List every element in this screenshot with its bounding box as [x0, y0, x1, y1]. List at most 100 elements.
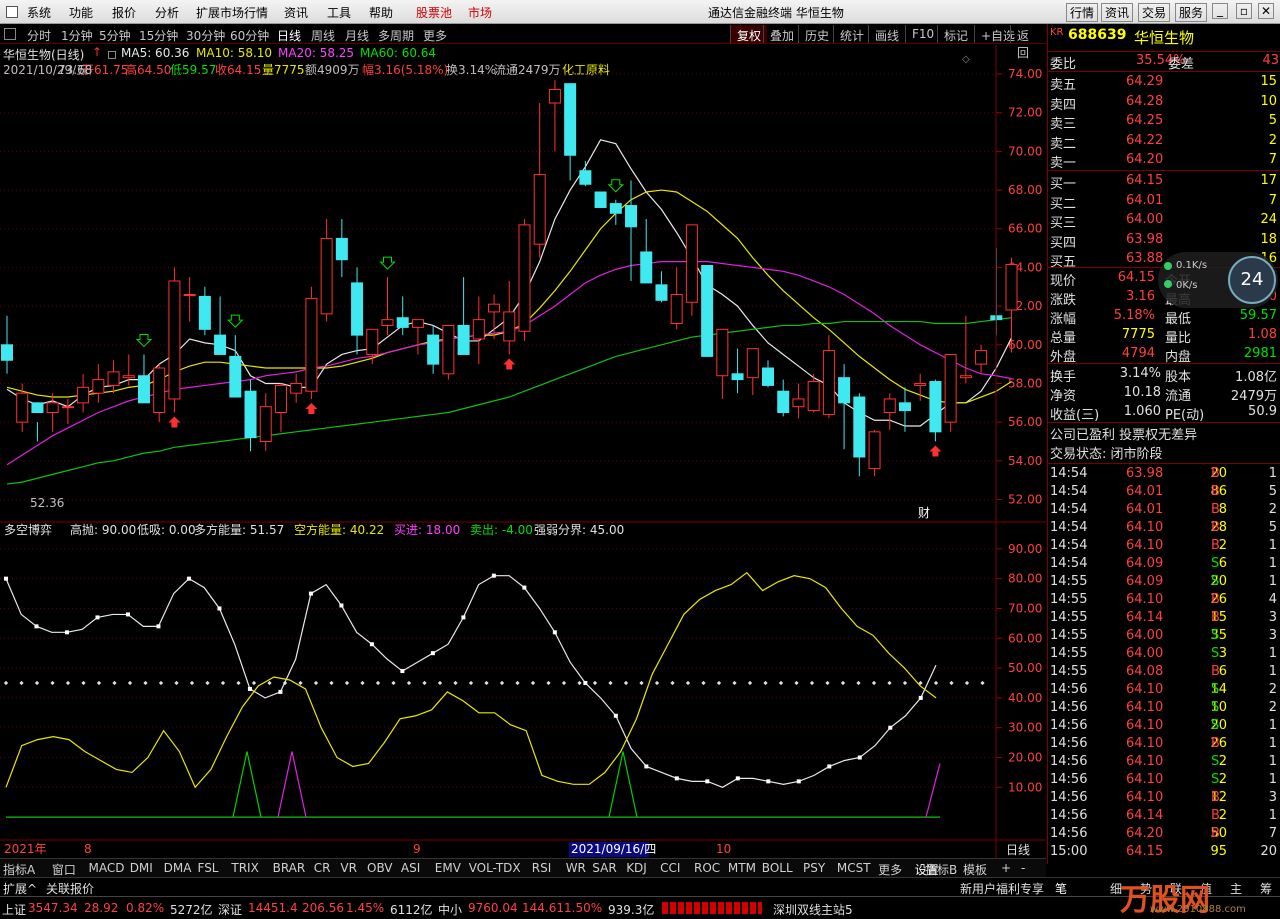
indicator-tab-14[interactable]: RSI — [532, 861, 552, 875]
menu-function[interactable]: 功能 — [69, 4, 93, 21]
jy-button[interactable]: 交易 — [1138, 3, 1171, 22]
sz-label[interactable]: 深证 — [218, 901, 242, 918]
book-divider — [1048, 170, 1280, 171]
buy-signal-arrow-icon — [168, 416, 181, 428]
indicator-tab-23[interactable]: MCST — [837, 861, 871, 875]
period-monthly[interactable]: 月线 — [345, 27, 369, 44]
candle-body — [959, 375, 972, 379]
tick-row: 14:56 64.10 2 S 1 — [1050, 754, 1277, 769]
tab-bi[interactable]: 笔 — [1055, 880, 1067, 897]
period-multi[interactable]: 多周期 — [378, 27, 414, 44]
window-title: 通达信金融终端 华恒生物 — [708, 6, 844, 20]
candle-body — [16, 392, 29, 423]
candle-body — [625, 205, 638, 228]
strength-divider-dot — [344, 680, 350, 686]
right-tab-0[interactable]: 指标B — [925, 861, 957, 878]
tick-row: 14:56 64.10 26 B 1 — [1050, 736, 1277, 751]
related-quote-button[interactable]: 关联报价 — [46, 880, 94, 897]
biaoji-button[interactable]: 标记 — [937, 25, 974, 43]
new-user-link[interactable]: 新用户福利专享 — [960, 880, 1044, 897]
right-tab-2[interactable]: + — [1001, 861, 1011, 875]
period-more[interactable]: 更多 — [423, 27, 447, 44]
candle-body — [975, 350, 988, 365]
fw-button[interactable]: 服务 — [1175, 3, 1208, 22]
period-1min[interactable]: 1分钟 — [61, 27, 93, 44]
menu-tools[interactable]: 工具 — [327, 4, 351, 21]
signal-spike — [277, 751, 307, 818]
date-aug: 8 — [84, 842, 92, 856]
period-15min[interactable]: 15分钟 — [139, 27, 178, 44]
indicator-tab-7[interactable]: BRAR — [273, 861, 306, 875]
indicator-tab-2[interactable]: MACD — [89, 861, 125, 875]
indicator-tab-9[interactable]: VR — [340, 861, 357, 875]
indicator-tab-17[interactable]: KDJ — [626, 861, 647, 875]
indicator-tab-8[interactable]: CR — [314, 861, 331, 875]
indicator-tab-16[interactable]: SAR — [592, 861, 616, 875]
indicator-tab-21[interactable]: BOLL — [762, 861, 793, 875]
indicator-tab-19[interactable]: ROC — [694, 861, 720, 875]
server-name[interactable]: 深圳双线主站5 — [773, 901, 853, 918]
indicator-tab-6[interactable]: TRIX — [231, 861, 258, 875]
indicator-tab-5[interactable]: FSL — [198, 861, 219, 875]
strength-divider-dot — [639, 680, 644, 686]
indicator-tab-13[interactable]: VOL-TDX — [469, 861, 521, 875]
minimize-icon[interactable]: _ — [1212, 3, 1228, 19]
period-5min[interactable]: 5分钟 — [99, 27, 131, 44]
tab-zhu[interactable]: 主 — [1230, 880, 1242, 897]
indicator-tab-1[interactable]: 窗口 — [52, 861, 76, 878]
indicator-tab-10[interactable]: OBV — [367, 861, 393, 875]
indicator-tab-11[interactable]: ASI — [401, 861, 420, 875]
tick-row: 14:55 64.00 3 S 1 — [1050, 646, 1277, 661]
quote-stats2: 换手 3.14% 股本 1.08亿 净资 10.18 流通 2479万 收益(三) 1.060 PE… — [1048, 363, 1280, 423]
date-sep: 9 — [413, 842, 421, 856]
speed-widget[interactable]: 0.1K/s 0K/s 24 — [1158, 252, 1278, 308]
indicator-tab-0[interactable]: 指标A — [3, 861, 35, 878]
indicator-tab-24[interactable]: 更多 — [878, 861, 902, 878]
back-button[interactable]: 返回 — [1010, 25, 1046, 60]
period-weekly[interactable]: 周线 — [311, 27, 335, 44]
zx-button[interactable]: 资讯 — [1101, 3, 1134, 22]
tick-list[interactable]: 14:54 63.98 20 B 1 14:54 64.01 86 B 5 14:54 64.01 8 B… — [1048, 463, 1280, 863]
right-tab-1[interactable]: 模板 — [963, 861, 987, 878]
stat-row: 涨幅 5.18% 最低 59.57 — [1050, 308, 1277, 327]
period-fenshi[interactable]: 分时 — [27, 27, 51, 44]
menu-analysis[interactable]: 分析 — [155, 4, 179, 21]
menu-stockpool[interactable]: 股票池 — [416, 4, 452, 21]
period-daily[interactable]: 日线 — [277, 27, 301, 44]
app-icon[interactable] — [6, 6, 18, 18]
sh-label[interactable]: 上证 — [2, 901, 26, 918]
expand-button[interactable]: 扩展^ — [3, 880, 37, 897]
indicator-tab-3[interactable]: DMI — [130, 861, 153, 875]
zx-label[interactable]: 中小 — [438, 901, 462, 918]
tab-chou[interactable]: 筹 — [1260, 880, 1272, 897]
lishi-button[interactable]: 历史 — [798, 25, 835, 43]
indicator-tab-12[interactable]: EMV — [435, 861, 461, 875]
indicator-tab-22[interactable]: PSY — [803, 861, 825, 875]
candle-body — [31, 402, 44, 413]
indicator-tab-4[interactable]: DMA — [164, 861, 192, 875]
period-60min[interactable]: 60分钟 — [230, 27, 269, 44]
menu-ext-market[interactable]: 扩展市场行情 — [196, 4, 268, 21]
fuquan-button[interactable]: 复权 — [730, 25, 768, 43]
right-tab-3[interactable]: - — [1021, 861, 1025, 875]
close-icon[interactable]: ✕ — [1258, 3, 1274, 19]
huaxian-button[interactable]: 画线 — [868, 25, 905, 43]
diejia-button[interactable]: 叠加 — [763, 25, 800, 43]
menu-market[interactable]: 市场 — [468, 4, 492, 21]
kline-chart[interactable]: 74.0072.0070.0068.0066.0064.0062.0060.00… — [0, 45, 1046, 858]
menu-system[interactable]: 系统 — [27, 4, 51, 21]
hq-button[interactable]: 行情 — [1066, 3, 1099, 22]
menu-bar: 系统 功能 报价 分析 扩展市场行情 资讯 工具 帮助 股票池 市场 通达信金融… — [0, 0, 1280, 24]
f10-button[interactable]: F10 — [905, 25, 940, 43]
tongji-button[interactable]: 统计 — [833, 25, 870, 43]
indicator-tab-20[interactable]: MTM — [728, 861, 756, 875]
maximize-icon[interactable]: ▫ — [1236, 3, 1252, 19]
menu-help[interactable]: 帮助 — [369, 4, 393, 21]
menu-quote[interactable]: 报价 — [112, 4, 136, 21]
long-energy-point — [735, 776, 740, 781]
period-30min[interactable]: 30分钟 — [186, 27, 225, 44]
indicator-tab-18[interactable]: CCI — [660, 861, 680, 875]
panel-toggle-icon[interactable] — [4, 28, 16, 40]
indicator-tab-15[interactable]: WR — [566, 861, 586, 875]
menu-news[interactable]: 资讯 — [284, 4, 308, 21]
